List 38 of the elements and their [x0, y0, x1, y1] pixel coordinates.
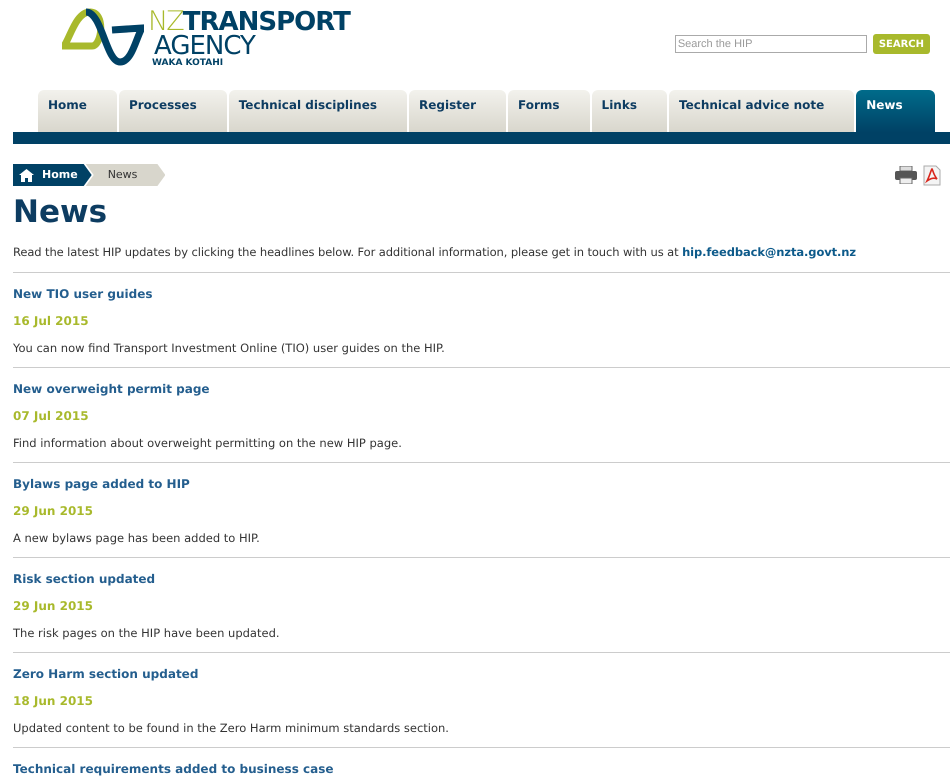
news-summary: You can now find Transport Investment Online (TIO) user guides on the HIP. [13, 340, 446, 356]
email-link[interactable]: hip.feedback@nzta.govt.nz [682, 245, 856, 259]
nav-tab[interactable]: News [856, 90, 935, 132]
logo-subtitle: WAKA KOTAHI [152, 59, 224, 68]
nav-tab[interactable]: Technical advice note [668, 90, 854, 132]
breadcrumb-current: News [86, 164, 166, 186]
page-title: News [13, 193, 108, 232]
news-date: 29 Jun 2015 [13, 598, 94, 614]
logo-agency-text: AGENCY [154, 33, 257, 59]
news-date: 18 Jun 2015 [13, 693, 94, 710]
news-date: 07 Jul 2015 [13, 408, 90, 424]
nav-tab[interactable]: Forms [508, 90, 590, 132]
logo-transport-text: TRANSPORT [182, 9, 350, 35]
news-summary: Find information about overweight permitting on the new HIP page. [13, 435, 403, 452]
news-summary: The risk pages on the HIP have been updated. [13, 625, 281, 642]
news-headline-link[interactable]: Technical requirements added to business case [13, 761, 334, 778]
nav-tab[interactable]: Register [408, 90, 506, 132]
breadcrumb-home-link[interactable]: Home [13, 164, 92, 186]
news-headline-link[interactable]: New TIO user guides [13, 286, 153, 302]
nav-tab[interactable]: Technical disciplines [228, 90, 407, 132]
logo-nz-text: NZ [148, 8, 183, 35]
pdf-icon[interactable] [923, 164, 941, 186]
nav-tab[interactable]: Processes [118, 90, 227, 132]
print-icon[interactable] [895, 166, 917, 184]
news-date: 29 Jun 2015 [13, 503, 94, 520]
news-date: 16 Jul 2015 [13, 313, 90, 330]
news-headline-link[interactable]: Zero Harm section updated [13, 666, 198, 682]
search-field[interactable]: Search the HIP [674, 35, 867, 53]
news-summary: Updated content to be found in the Zero Harm minimum standards section. [13, 720, 450, 736]
nav-tab[interactable]: Links [592, 90, 667, 132]
logo-wave-icon [62, 8, 144, 66]
intro-text: Read the latest HIP updates by clicking the headlines below. For additional information, please get in touch with us at hip.feedback@nzta.govt.nz [13, 244, 857, 261]
news-headline-link[interactable]: New overweight permit page [13, 381, 210, 398]
news-headline-link[interactable]: Bylaws page added to HIP [13, 476, 190, 492]
news-summary: A new bylaws page has been added to HIP. [13, 530, 261, 546]
news-headline-link[interactable]: Risk section updated [13, 571, 156, 588]
nav-tab[interactable]: Home [38, 90, 117, 132]
home-icon [19, 168, 34, 182]
